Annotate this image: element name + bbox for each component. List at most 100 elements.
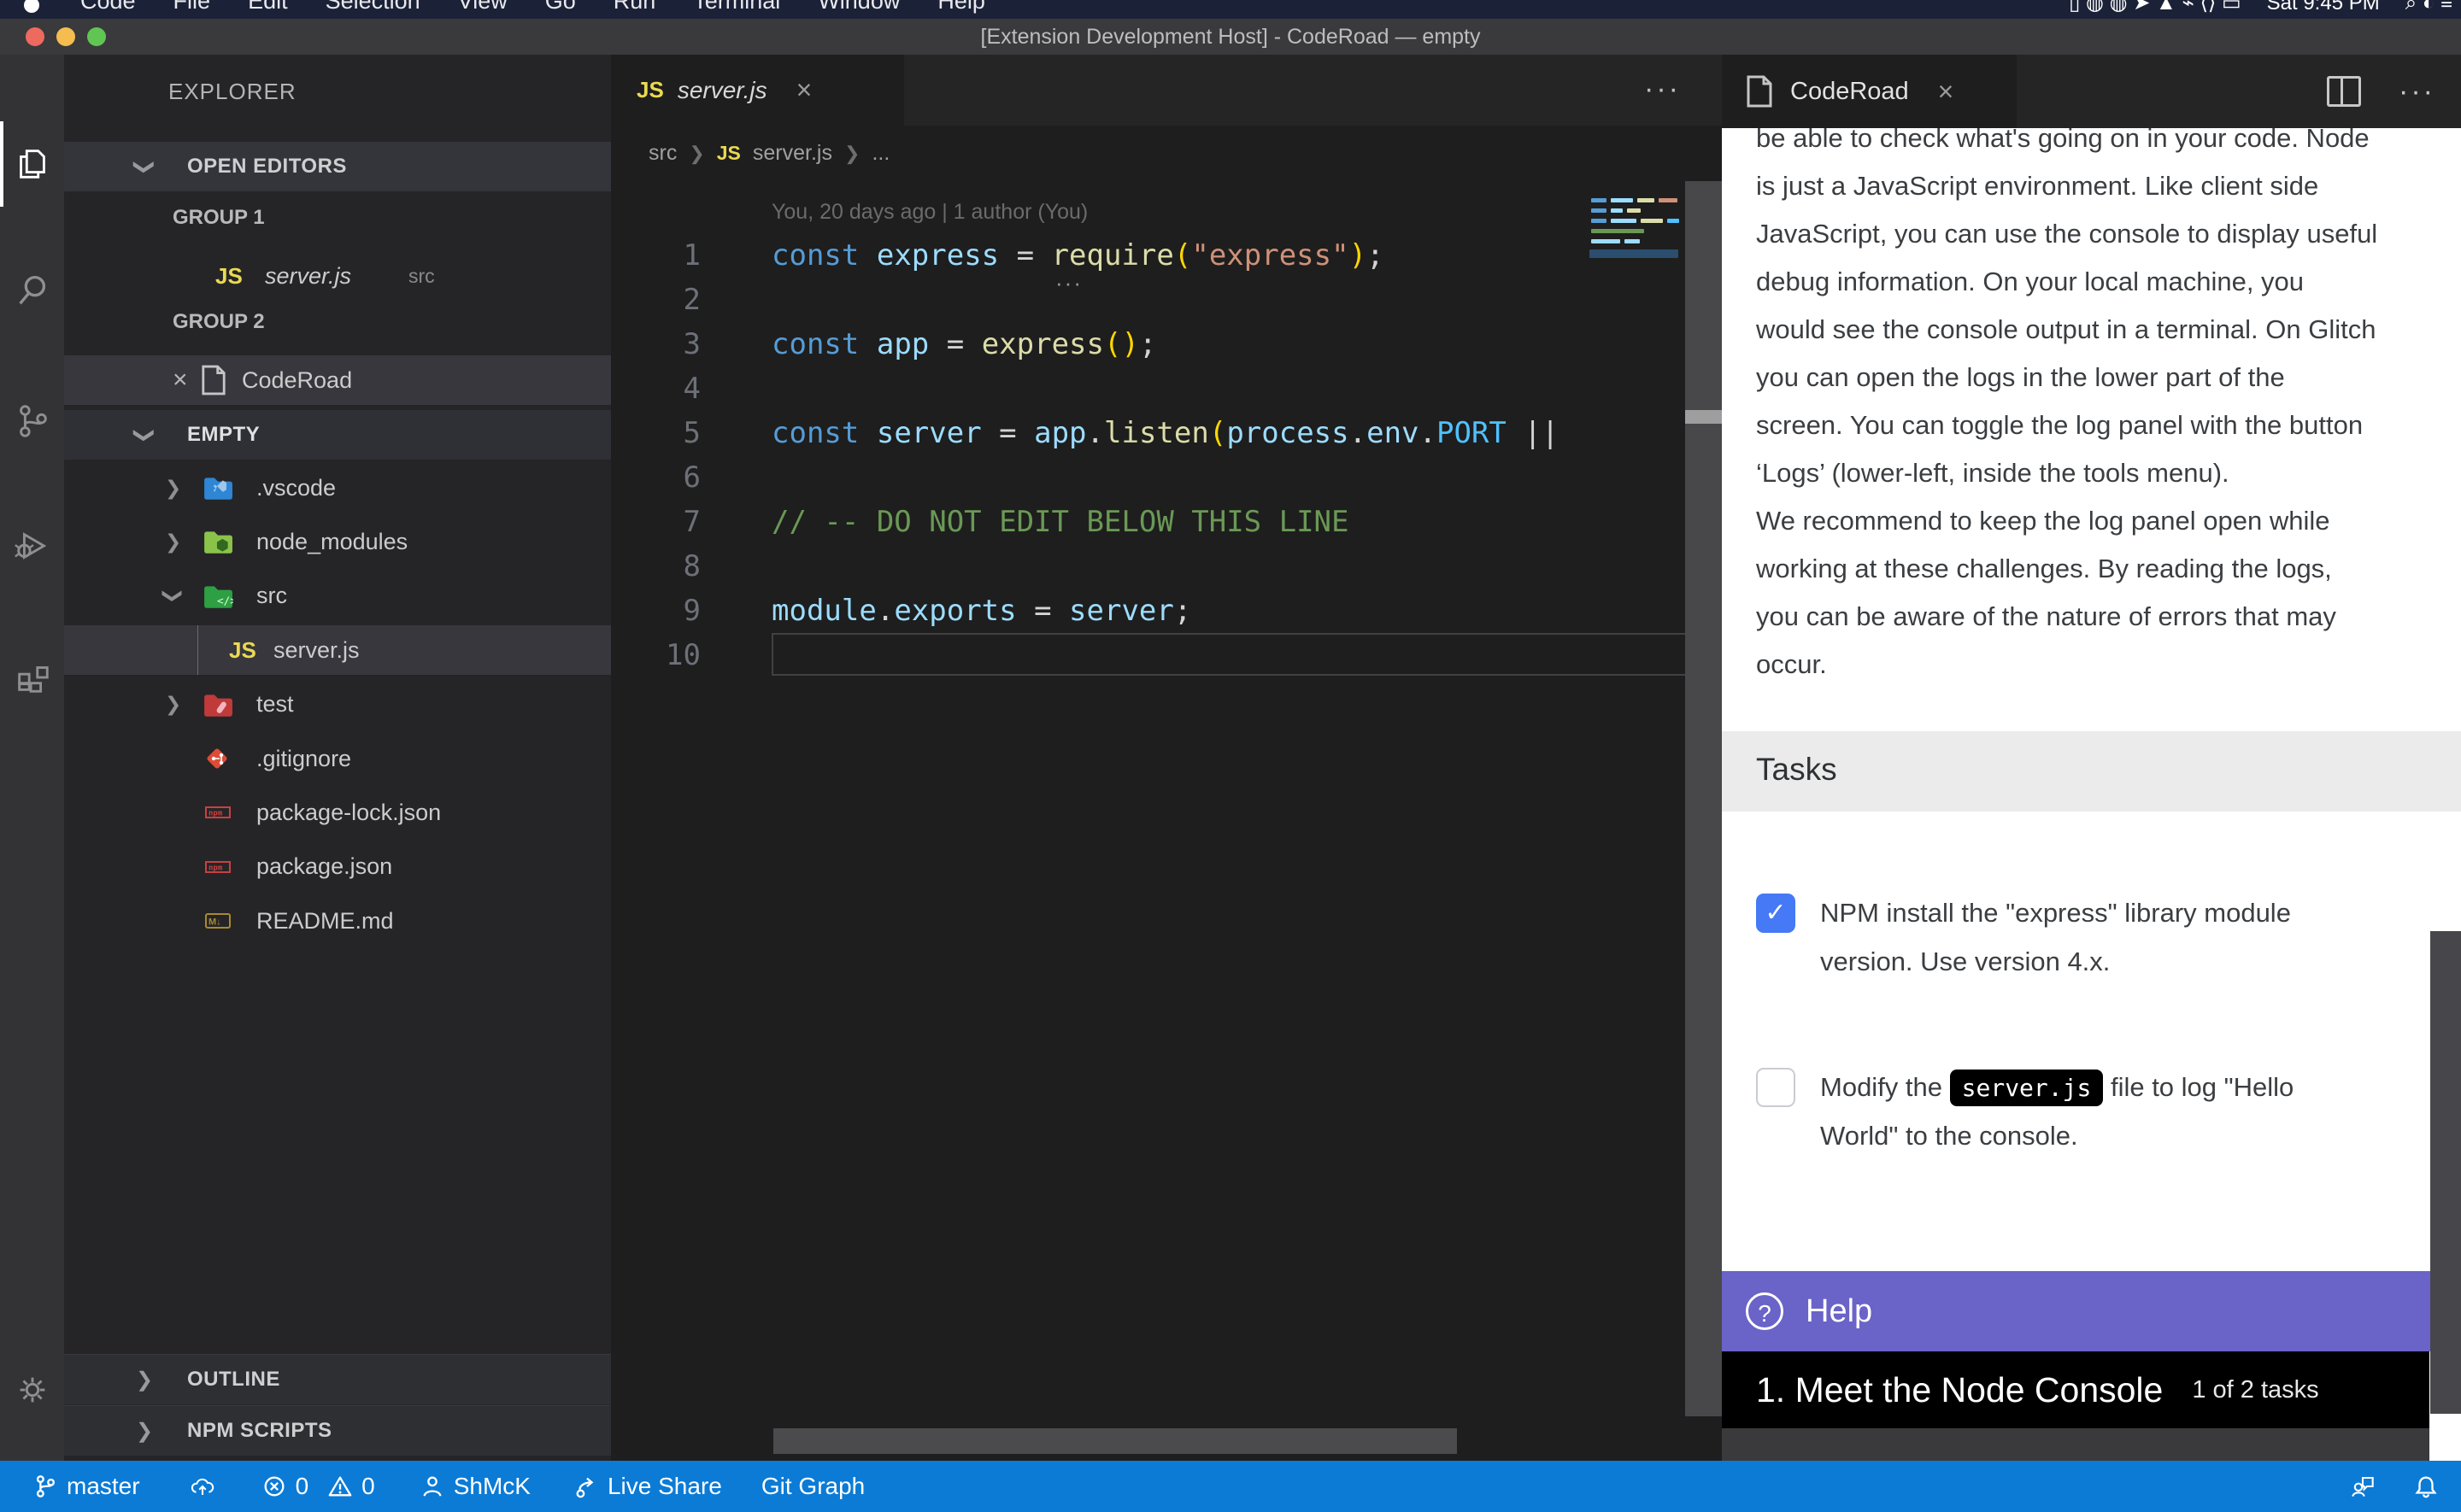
js-file-icon: JS: [215, 263, 243, 290]
code-line-5[interactable]: 5const server = app.listen(process.env.P…: [611, 411, 1722, 455]
folder-section-header[interactable]: ❯ EMPTY: [64, 410, 611, 460]
activity-extensions[interactable]: [0, 635, 64, 720]
menu-item-edit[interactable]: Edit: [248, 0, 288, 19]
inline-code-chip: server.js: [1950, 1070, 2104, 1106]
tree-item-readme-md[interactable]: M↓README.md: [64, 896, 611, 946]
status-shmck[interactable]: ShMcK: [420, 1473, 531, 1500]
split-editor-icon[interactable]: [2327, 76, 2361, 107]
tree-item-node_modules[interactable]: ❯node_modules: [64, 517, 611, 566]
minimap[interactable]: [1589, 181, 1683, 369]
apple-menu-icon[interactable]: [21, 0, 43, 19]
activity-settings[interactable]: [0, 1347, 64, 1433]
code-line-2[interactable]: 2: [611, 278, 1722, 322]
menu-item-window[interactable]: Window: [818, 0, 900, 19]
menu-item-run[interactable]: Run: [614, 0, 656, 19]
require-hint-dots: ···: [1055, 270, 1083, 296]
editor-more-actions-button[interactable]: ···: [1644, 55, 1681, 126]
sidebar-section-npm-scripts[interactable]: ❯NPM SCRIPTS: [64, 1405, 611, 1456]
status-master[interactable]: master: [32, 1473, 140, 1500]
task-checkbox-unchecked[interactable]: [1756, 1068, 1795, 1107]
horizontal-scrollbar-thumb[interactable]: [773, 1428, 1457, 1454]
open-editors-group-label: GROUP 1: [173, 202, 265, 234]
menu-item-file[interactable]: File: [173, 0, 211, 19]
code-line-8[interactable]: 8: [611, 544, 1722, 589]
menu-item-code[interactable]: Code: [80, 0, 136, 19]
status-git-graph[interactable]: Git Graph: [761, 1473, 865, 1500]
tree-item-label: server.js: [273, 637, 360, 664]
line-number: 6: [611, 455, 701, 500]
tree-item-package-json[interactable]: npmpackage.json: [64, 842, 611, 892]
code-line-3[interactable]: 3const app = express();: [611, 322, 1722, 366]
status-bar-right: [2350, 1461, 2439, 1512]
macos-menu-bar: Code File Edit Selection View Go Run Terminal Wi…: [0, 0, 2461, 19]
activity-run-debug[interactable]: [0, 503, 64, 589]
tree-item-label: src: [256, 583, 287, 609]
share-icon: [573, 1474, 599, 1499]
close-editor-icon[interactable]: ×: [173, 366, 188, 395]
activity-bar: [0, 55, 64, 1461]
editor-group: JS server.js × ··· src ❯ JS server.js ❯ …: [611, 55, 1722, 1461]
menu-item-selection[interactable]: Selection: [326, 0, 420, 19]
code-text: const server = app.listen(process.env.PO…: [772, 411, 1559, 455]
open-editor-item-server-js[interactable]: JSserver.jssrc: [64, 251, 611, 301]
menu-item-help[interactable]: Help: [937, 0, 985, 19]
tree-item--vscode[interactable]: ❯.vscode: [64, 463, 611, 513]
warning-icon: [327, 1474, 353, 1499]
editor-sash-handle[interactable]: [1685, 410, 1722, 424]
status-live-share[interactable]: Live Share: [573, 1473, 722, 1500]
help-section-header[interactable]: ? Help: [1722, 1271, 2461, 1351]
menu-status-glyphs: ▯ ◍ ◍ ➤ ▲ ⌁ ⟨⟩ ▭: [2069, 0, 2241, 19]
status-bell-button[interactable]: [2413, 1474, 2439, 1499]
close-tab-icon[interactable]: ×: [1938, 76, 1954, 108]
code-line-4[interactable]: 4: [611, 366, 1722, 411]
lesson-title: 1. Meet the Node Console: [1756, 1370, 2163, 1410]
breadcrumb-src[interactable]: src: [649, 141, 677, 166]
code-text: // -- DO NOT EDIT BELOW THIS LINE: [772, 500, 1349, 544]
code-line-6[interactable]: 6: [611, 455, 1722, 500]
editor-scrollbar[interactable]: [1685, 181, 1722, 1416]
tree-item-test[interactable]: ❯test: [64, 680, 611, 730]
minimap-line: [1659, 198, 1677, 202]
line-number: 2: [611, 278, 701, 322]
tree-item-package-lock-json[interactable]: npmpackage-lock.json: [64, 788, 611, 837]
menu-item-go[interactable]: Go: [545, 0, 576, 19]
breadcrumb-file[interactable]: server.js: [753, 141, 832, 166]
open-editors-header[interactable]: ❯ OPEN EDITORS: [64, 142, 611, 191]
code-line-1[interactable]: 1const express = require("express");: [611, 233, 1722, 278]
status-cloud[interactable]: [190, 1474, 215, 1499]
activity-search[interactable]: [0, 247, 64, 332]
code-text: module.exports = server;: [772, 589, 1191, 633]
status-0[interactable]: 0: [261, 1473, 309, 1500]
breadcrumb-symbol[interactable]: ...: [872, 141, 890, 166]
git-icon: [203, 744, 232, 773]
panel-bottom-strip: [1722, 1428, 2429, 1461]
activity-source-control[interactable]: [0, 378, 64, 463]
help-label: Help: [1806, 1293, 1872, 1330]
open-editor-item-coderoad[interactable]: ×CodeRoad: [64, 355, 611, 405]
menu-item-view[interactable]: View: [458, 0, 508, 19]
minimap-line: [1591, 229, 1644, 233]
status-label: 0: [296, 1473, 309, 1500]
code-line-7[interactable]: 7// -- DO NOT EDIT BELOW THIS LINE: [611, 500, 1722, 544]
lesson-line: JavaScript, you can use the console to d…: [1756, 210, 2440, 258]
panel-scrollbar-thumb[interactable]: [2430, 931, 2461, 1414]
tree-item-src[interactable]: ❯</>src: [64, 571, 611, 621]
lesson-paragraph-1: be able to check what's going on in your…: [1756, 114, 2440, 497]
menu-item-terminal[interactable]: Terminal: [693, 0, 780, 19]
tree-item--gitignore[interactable]: .gitignore: [64, 734, 611, 783]
tree-item-server-js[interactable]: JSserver.js: [64, 625, 611, 675]
panel-more-actions-button[interactable]: ···: [2399, 75, 2435, 108]
chevron-right-icon: ❯: [136, 1419, 153, 1444]
svg-text:</>: </>: [217, 594, 233, 607]
close-tab-icon[interactable]: ×: [796, 74, 813, 106]
code-line-9[interactable]: 9module.exports = server;: [611, 589, 1722, 633]
sidebar-section-outline[interactable]: ❯OUTLINE: [64, 1354, 611, 1404]
task-checkbox-checked[interactable]: ✓: [1756, 894, 1795, 933]
tab-server-js[interactable]: JS server.js ×: [611, 55, 904, 126]
minimap-line: [1637, 198, 1654, 202]
status-0[interactable]: 0: [327, 1473, 375, 1500]
node-modules-folder-icon: [203, 526, 233, 557]
tab-coderoad[interactable]: CodeRoad ×: [1722, 55, 2017, 128]
activity-explorer[interactable]: [0, 121, 64, 207]
status-feedback-button[interactable]: [2350, 1474, 2376, 1499]
